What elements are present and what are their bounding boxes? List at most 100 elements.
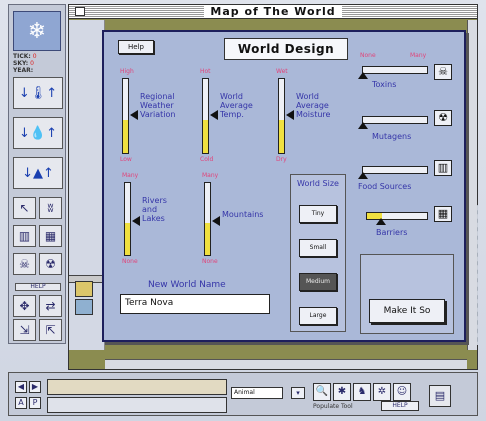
map-creature-icon[interactable] (75, 299, 93, 315)
radiation-icon[interactable]: ☢ (39, 253, 62, 275)
collapse-arrows-icon[interactable]: ⇲ (13, 319, 36, 341)
dialog-title: World Design (224, 38, 348, 60)
right-arrow-icon[interactable]: ▶ (29, 381, 41, 393)
populate-tool-label: Populate Tool (313, 403, 353, 410)
slider-knob[interactable] (130, 110, 138, 120)
world-design-dialog: Help World Design High Regional Weather … (102, 30, 466, 342)
scientist-icon[interactable]: ☺ (393, 383, 411, 401)
scale-bottom-label: Cold (200, 156, 214, 163)
moisture-tool-button[interactable]: ↓💧↑ (13, 117, 63, 149)
mutagens-slider[interactable] (362, 116, 428, 124)
slider-knob[interactable] (358, 172, 368, 179)
slider-knob[interactable] (358, 72, 368, 79)
weather-variation-slider[interactable] (122, 78, 129, 154)
pointer-tool-button[interactable]: ↖ (13, 197, 36, 219)
creature-icon[interactable]: ✱ (333, 383, 351, 401)
scale-top-label: High (120, 68, 134, 75)
mountains-slider[interactable] (204, 182, 211, 256)
scale-top-label: Many (202, 172, 219, 179)
slider-label: World Average Temp. (220, 92, 253, 119)
slider-knob[interactable] (132, 216, 140, 226)
dropdown-arrow-icon[interactable]: ▾ (291, 387, 305, 399)
scale-top-label: Many (122, 172, 139, 179)
slider-label: World Average Moisture (296, 92, 331, 119)
bottom-toolbar: ◀ ▶ A P Animal ▾ 🔍 ✱ ♞ ✲ ☺ Populate Tool… (8, 372, 478, 416)
barrier-icon[interactable]: ▦ (434, 206, 452, 222)
map-horizontal-scrollbar[interactable] (105, 359, 467, 369)
size-large-button[interactable]: Large (299, 307, 337, 325)
food-tool-button[interactable]: ▥ (13, 225, 36, 247)
size-medium-button[interactable]: Medium (299, 273, 337, 291)
snowflake-icon[interactable]: ❄ (13, 11, 61, 51)
magnifier-icon[interactable]: 🔍 (313, 383, 331, 401)
slider-label: Regional Weather Variation (140, 92, 176, 119)
mutagens-label: Mutagens (372, 132, 412, 141)
toxins-label: Toxins (372, 80, 397, 89)
slider-knob[interactable] (376, 218, 386, 225)
thermometer-tool-button[interactable]: ↓🌡↑ (13, 77, 63, 109)
toxins-slider[interactable] (362, 66, 428, 74)
make-it-so-button[interactable]: Make It So (369, 299, 445, 323)
animal-icon[interactable]: ♞ (353, 383, 371, 401)
stats-readout: TICK: 0 SKY: 0 YEAR: (13, 53, 37, 74)
world-name-input[interactable]: Terra Nova (120, 294, 270, 314)
make-it-so-box: Make It So (360, 254, 454, 334)
slider-fill (125, 222, 130, 255)
slider-fill (123, 119, 128, 153)
temperature-slider[interactable] (202, 78, 209, 154)
expand-arrows-icon[interactable]: ⇱ (39, 319, 62, 341)
slider-knob[interactable] (210, 110, 218, 120)
map-titlebar[interactable]: Map of The World (69, 5, 477, 19)
size-small-button[interactable]: Small (299, 239, 337, 257)
p-button[interactable]: P (29, 397, 41, 409)
bug-icon[interactable]: ✲ (373, 383, 391, 401)
barrier-tool-button[interactable]: ▦ (39, 225, 62, 247)
food-sources-label: Food Sources (358, 182, 412, 191)
grid-view-icon[interactable]: ▤ (429, 385, 451, 407)
size-tiny-button[interactable]: Tiny (299, 205, 337, 223)
rivers-lakes-slider[interactable] (124, 182, 131, 256)
skull-icon[interactable]: ☠ (434, 64, 452, 80)
help-button[interactable]: Help (118, 40, 154, 54)
scale-top-label: Hot (200, 68, 211, 75)
left-arrow-icon[interactable]: ◀ (15, 381, 27, 393)
new-world-name-label: New World Name (148, 280, 226, 290)
world-size-panel: World Size Tiny Small Medium Large (290, 174, 346, 332)
scroll-arrows-icon[interactable]: ⇄ (39, 295, 62, 317)
scale-bottom-label: Low (120, 156, 132, 163)
slider-knob[interactable] (358, 122, 368, 129)
moisture-slider[interactable] (278, 78, 285, 154)
slider-label: Rivers and Lakes (142, 196, 167, 223)
slider-knob[interactable] (212, 216, 220, 226)
animal-field[interactable]: Animal (231, 387, 283, 399)
terrain-tool-button[interactable]: ↓▲↑ (13, 157, 63, 189)
skull-icon[interactable]: ☠ (13, 253, 36, 275)
slider-fill (203, 119, 208, 153)
world-size-heading: World Size (297, 179, 339, 188)
species-cells[interactable] (47, 397, 227, 413)
slider-label: Mountains (222, 210, 264, 219)
slider-fill (205, 222, 210, 255)
food-icon[interactable]: ▥ (434, 160, 452, 176)
map-creature-icon[interactable] (75, 281, 93, 297)
grass-tool-button[interactable]: ʬ (39, 197, 62, 219)
scale-bottom-label: Dry (276, 156, 287, 163)
scale-bottom-label: None (122, 258, 138, 265)
slider-knob[interactable] (286, 110, 294, 120)
slider-fill (279, 119, 284, 153)
barriers-label: Barriers (376, 228, 408, 237)
palette-help-button[interactable]: HELP (15, 283, 61, 291)
map-vertical-scrollbar[interactable] (467, 20, 477, 350)
food-sources-slider[interactable] (362, 166, 428, 174)
toxins-min-label: None (360, 52, 376, 59)
tool-palette: ❄ TICK: 0 SKY: 0 YEAR: ↓🌡↑ ↓💧↑ ↓▲↑ ↖ ʬ ▥… (8, 4, 66, 344)
scale-top-label: Wet (276, 68, 288, 75)
creature-strip[interactable] (47, 379, 227, 395)
a-button[interactable]: A (15, 397, 27, 409)
toxins-max-label: Many (410, 52, 427, 59)
move-arrows-icon[interactable]: ✥ (13, 295, 36, 317)
toolbar-help-button[interactable]: HELP (381, 401, 419, 411)
radiation-icon[interactable]: ☢ (434, 110, 452, 126)
scale-bottom-label: None (202, 258, 218, 265)
map-title: Map of The World (204, 5, 342, 18)
